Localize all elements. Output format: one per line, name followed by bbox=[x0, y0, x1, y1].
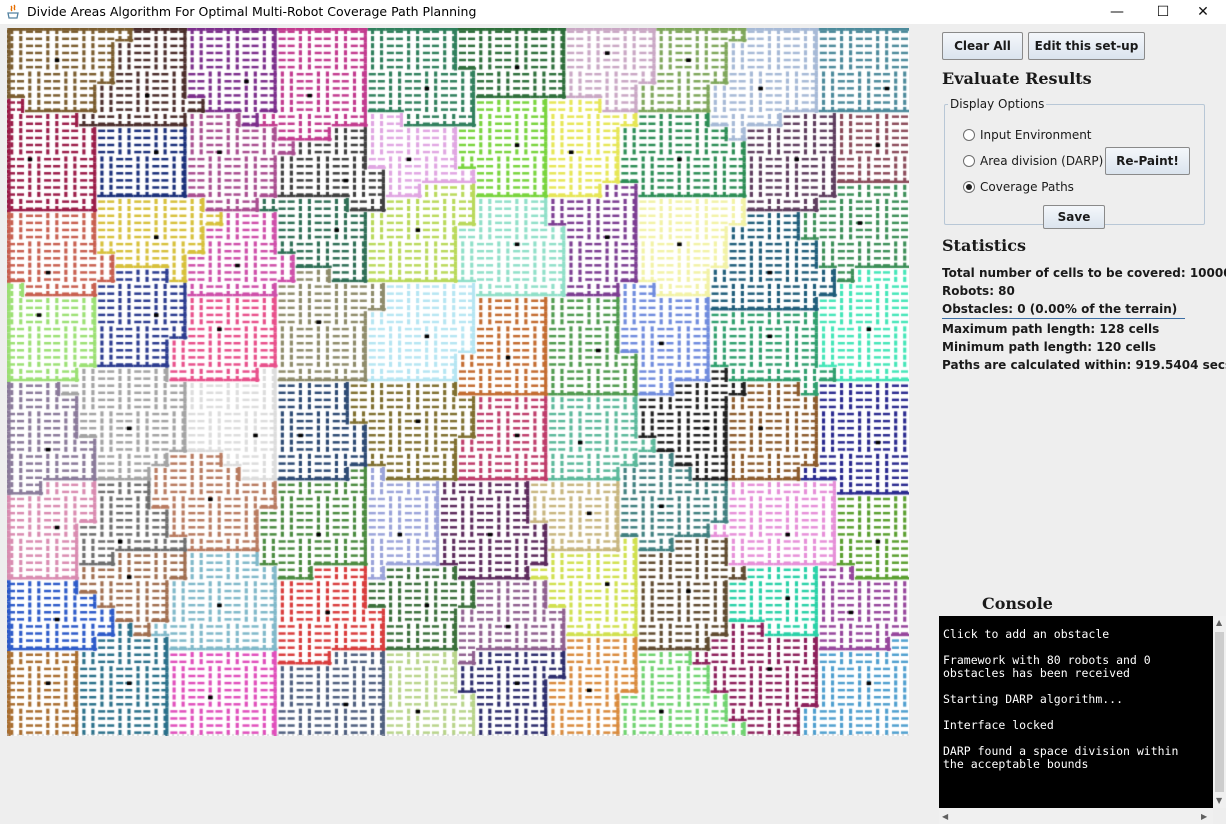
radio-button[interactable] bbox=[963, 155, 975, 167]
close-button[interactable]: ✕ bbox=[1180, 0, 1226, 24]
stat-total-cells: Total number of cells to be covered: 100… bbox=[942, 266, 1226, 280]
radio-label: Input Environment bbox=[980, 128, 1092, 142]
scroll-right-icon[interactable]: ▶ bbox=[1201, 812, 1207, 821]
repaint-button[interactable]: Re-Paint! bbox=[1105, 147, 1190, 175]
console-text: along with the Fixed obstacles Click to … bbox=[943, 627, 1179, 771]
evaluate-results-heading: Evaluate Results bbox=[942, 69, 1092, 88]
stat-obstacles: Obstacles: 0 (0.00% of the terrain) bbox=[942, 302, 1178, 316]
console-scroll-thumb[interactable] bbox=[1215, 632, 1224, 792]
title-bar: Divide Areas Algorithm For Optimal Multi… bbox=[0, 0, 1226, 24]
edit-setup-button[interactable]: Edit this set-up bbox=[1028, 32, 1145, 60]
scroll-up-icon[interactable]: ▲ bbox=[1216, 618, 1222, 627]
window-title: Divide Areas Algorithm For Optimal Multi… bbox=[27, 4, 477, 19]
stat-robots: Robots: 80 bbox=[942, 284, 1015, 298]
console-horizontal-scrollbar[interactable]: ◀ ▶ bbox=[939, 808, 1213, 824]
radio-label: Coverage Paths bbox=[980, 180, 1074, 194]
radio-button[interactable] bbox=[963, 129, 975, 141]
console-output[interactable]: along with the Fixed obstacles Click to … bbox=[939, 616, 1213, 808]
radio-button-selected[interactable] bbox=[963, 181, 975, 193]
save-button[interactable]: Save bbox=[1043, 205, 1105, 229]
stat-min-path: Minimum path length: 120 cells bbox=[942, 340, 1157, 354]
statistics-heading: Statistics bbox=[942, 236, 1027, 255]
clear-all-button[interactable]: Clear All bbox=[942, 32, 1023, 60]
minimize-button[interactable]: — bbox=[1094, 0, 1140, 24]
java-icon bbox=[7, 4, 19, 19]
radio-coverage-paths[interactable]: Coverage Paths bbox=[963, 179, 1074, 195]
stat-divider bbox=[942, 318, 1185, 319]
radio-input-environment[interactable]: Input Environment bbox=[963, 127, 1092, 143]
scroll-down-icon[interactable]: ▼ bbox=[1216, 796, 1222, 805]
stat-max-path: Maximum path length: 128 cells bbox=[942, 322, 1160, 336]
display-options-legend: Display Options bbox=[948, 97, 1047, 111]
scroll-left-icon[interactable]: ◀ bbox=[942, 812, 948, 821]
radio-area-division[interactable]: Area division (DARP) bbox=[963, 153, 1103, 169]
stat-calc-time: Paths are calculated within: 919.5404 se… bbox=[942, 358, 1226, 372]
console-heading: Console bbox=[982, 594, 1053, 613]
coverage-grid-canvas[interactable] bbox=[7, 28, 909, 736]
radio-label: Area division (DARP) bbox=[980, 154, 1104, 168]
